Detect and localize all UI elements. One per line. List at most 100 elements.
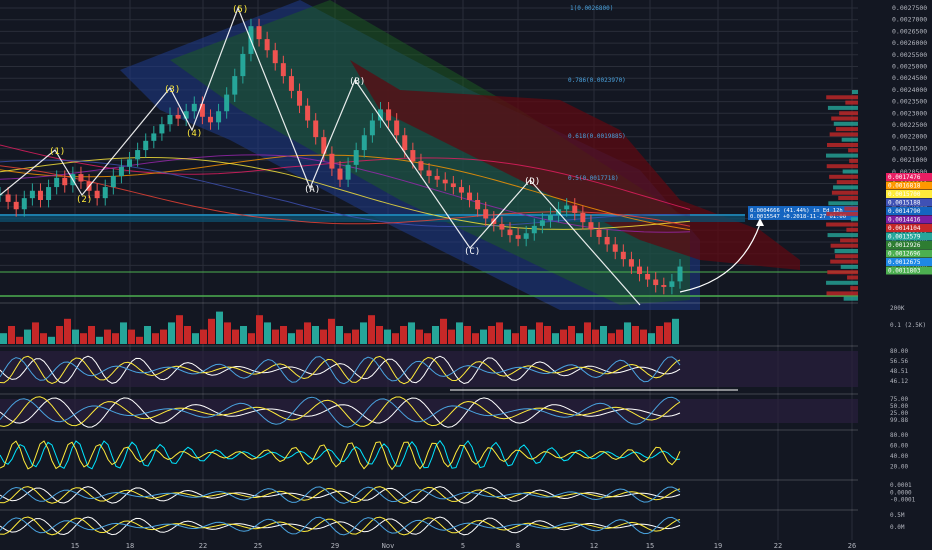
candle-body bbox=[37, 190, 43, 200]
volume-bar bbox=[272, 329, 279, 344]
fib-level-label: 0.786(0.0023970) bbox=[568, 77, 626, 84]
volume-profile-bar bbox=[845, 100, 858, 105]
volume-bar bbox=[264, 322, 271, 344]
volume-profile-bar bbox=[831, 190, 858, 195]
volume-profile-bar bbox=[830, 243, 858, 248]
volume-bar bbox=[488, 326, 495, 344]
panel-axis-label: 75.00 bbox=[890, 396, 908, 403]
volume-bar bbox=[56, 326, 63, 344]
panel-axis-label: 60.00 bbox=[890, 443, 908, 450]
volume-profile-bar bbox=[830, 259, 858, 264]
price-tick-label: 0.0026500 bbox=[892, 27, 927, 35]
chart-canvas[interactable]: 1(0.0026800) 0.786(0.0023970) 0.618(0.0019… bbox=[0, 0, 932, 550]
price-tick-label: 0.0025500 bbox=[892, 51, 927, 59]
candle-body bbox=[216, 111, 222, 123]
volume-bar bbox=[248, 333, 255, 344]
volume-bar bbox=[136, 336, 143, 344]
candle-body bbox=[256, 26, 262, 40]
panel-axis-label: 200K bbox=[890, 305, 905, 312]
volume-bar bbox=[120, 322, 127, 344]
candle-body bbox=[159, 124, 165, 134]
volume-bar bbox=[368, 315, 375, 344]
price-tick-label: 0.0023000 bbox=[892, 109, 927, 117]
candle-body bbox=[442, 179, 448, 184]
fib-level-label: 0.618(0.0019885) bbox=[568, 133, 626, 140]
volume-bar bbox=[280, 326, 287, 344]
volume-profile-bar bbox=[829, 132, 858, 137]
volume-profile-bar bbox=[841, 137, 858, 142]
time-tick-label: 15 bbox=[646, 542, 654, 550]
panel-axis-label: 80.00 bbox=[890, 432, 908, 439]
volume-profile-bar bbox=[826, 95, 858, 100]
panel-axis-label: 40.00 bbox=[890, 453, 908, 460]
candle-body bbox=[677, 266, 683, 282]
fib-level-label: 0.5(0.0017718) bbox=[568, 175, 619, 182]
candle-body bbox=[127, 159, 133, 167]
candle-body bbox=[507, 229, 513, 236]
panel-axis-label: 99.88 bbox=[890, 417, 908, 424]
price-tick-label: 0.0026000 bbox=[892, 39, 927, 47]
volume-profile-bar bbox=[844, 206, 858, 211]
candle-body bbox=[539, 220, 545, 226]
volume-bar bbox=[576, 333, 583, 344]
candle-body bbox=[232, 76, 238, 95]
volume-bar bbox=[288, 333, 295, 344]
price-tag-label: 0.0011803 bbox=[888, 268, 921, 275]
panel-axis-label: 48.51 bbox=[890, 368, 908, 375]
volume-bar bbox=[96, 336, 103, 344]
volume-bar bbox=[40, 333, 47, 344]
price-tick-label: 0.0022000 bbox=[892, 133, 927, 141]
volume-bar bbox=[408, 322, 415, 344]
candle-body bbox=[361, 135, 367, 151]
candle-body bbox=[272, 50, 278, 64]
volume-bar bbox=[64, 318, 71, 344]
time-tick-label: 5 bbox=[461, 542, 465, 550]
candle-body bbox=[62, 177, 68, 186]
volume-profile-bar bbox=[840, 238, 858, 243]
candle-body bbox=[588, 222, 594, 230]
volume-bar bbox=[216, 311, 223, 344]
candle-body bbox=[418, 161, 424, 171]
candle-body bbox=[547, 214, 553, 221]
volume-bar bbox=[344, 333, 351, 344]
volume-bar bbox=[312, 326, 319, 344]
volume-bar bbox=[24, 329, 31, 344]
volume-bar bbox=[320, 329, 327, 344]
price-tick-label: 0.0023500 bbox=[892, 98, 927, 106]
price-tick-label: 0.0027500 bbox=[892, 4, 927, 12]
volume-profile-bar bbox=[850, 286, 858, 291]
volume-bar bbox=[528, 329, 535, 344]
time-tick-label: 22 bbox=[199, 542, 207, 550]
volume-bar bbox=[592, 329, 599, 344]
candle-body bbox=[329, 153, 335, 169]
time-tick-label: 19 bbox=[714, 542, 722, 550]
candle-body bbox=[604, 236, 610, 245]
price-tag-label: 0.0014416 bbox=[888, 217, 921, 224]
volume-profile-bar bbox=[847, 275, 858, 280]
price-tag-label: 0.0012696 bbox=[888, 251, 921, 258]
candle-body bbox=[264, 39, 270, 51]
price-tick-label: 0.0025000 bbox=[892, 63, 927, 71]
panel-axis-label: 46.12 bbox=[890, 378, 908, 385]
volume-bar bbox=[664, 322, 671, 344]
volume-profile-bar bbox=[838, 196, 858, 200]
volume-profile-bar bbox=[836, 180, 858, 185]
volume-bar bbox=[584, 322, 591, 344]
candle-body bbox=[475, 200, 481, 210]
price-tick-label: 0.0024500 bbox=[892, 74, 927, 82]
candle-body bbox=[151, 133, 157, 141]
volume-bar bbox=[632, 326, 639, 344]
candle-body bbox=[337, 168, 343, 180]
price-axis[interactable]: 0.0027500 0.0027000 0.0026500 0.0026000 0.00… bbox=[886, 4, 932, 275]
volume-profile-bar bbox=[827, 143, 858, 147]
candle-body bbox=[135, 150, 141, 160]
volume-bar bbox=[48, 336, 55, 344]
volume-bar bbox=[544, 326, 551, 344]
time-tick-label: 8 bbox=[516, 542, 520, 550]
wave-label: (A) bbox=[304, 185, 320, 195]
volume-profile-bar bbox=[842, 169, 858, 174]
volume-bar bbox=[440, 318, 447, 344]
volume-bar bbox=[472, 333, 479, 344]
price-tag-label: 0.0016818 bbox=[888, 183, 921, 190]
price-tag-label: 0.0012675 bbox=[888, 259, 921, 266]
